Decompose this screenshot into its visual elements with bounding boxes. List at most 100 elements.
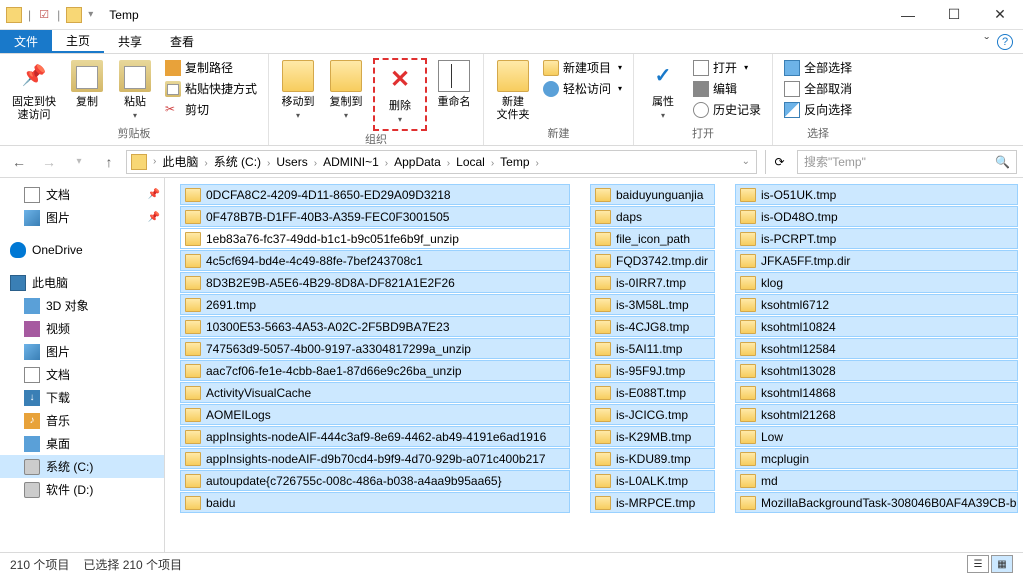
file-item[interactable]: is-4CJG8.tmp (590, 316, 715, 337)
chevron-right-icon[interactable]: › (151, 156, 158, 167)
file-item[interactable]: md (735, 470, 1018, 491)
file-item[interactable]: is-OD48O.tmp (735, 206, 1018, 227)
file-item[interactable]: is-O51UK.tmp (735, 184, 1018, 205)
tab-view[interactable]: 查看 (156, 30, 208, 53)
breadcrumb-segment[interactable]: 此电脑 (158, 155, 202, 169)
file-item[interactable]: file_icon_path (590, 228, 715, 249)
nav-item[interactable]: 此电脑 (0, 271, 164, 294)
file-item[interactable]: 0DCFA8C2-4209-4D11-8650-ED29A09D3218 (180, 184, 570, 205)
file-item[interactable]: 0F478B7B-D1FF-40B3-A359-FEC0F3001505 (180, 206, 570, 227)
file-item[interactable]: baidu (180, 492, 570, 513)
file-item[interactable]: ksohtml14868 (735, 382, 1018, 403)
file-item[interactable]: ksohtml13028 (735, 360, 1018, 381)
paste-button[interactable]: 粘贴 ▾ (114, 58, 156, 123)
file-item[interactable]: is-L0ALK.tmp (590, 470, 715, 491)
file-item[interactable]: mcplugin (735, 448, 1018, 469)
maximize-button[interactable]: ☐ (931, 0, 977, 30)
nav-item[interactable]: 文档 (0, 363, 164, 386)
new-item-button[interactable]: 新建项目▾ (540, 58, 625, 77)
copy-to-button[interactable]: 复制到 ▾ (325, 58, 367, 123)
chevron-down-icon[interactable]: ⌄ (736, 156, 756, 167)
file-item[interactable]: 2691.tmp (180, 294, 570, 315)
forward-button[interactable]: → (36, 150, 62, 174)
cut-button[interactable]: ✂剪切 (162, 100, 260, 119)
easy-access-button[interactable]: 轻松访问▾ (540, 79, 625, 98)
file-item[interactable]: is-0IRR7.tmp (590, 272, 715, 293)
search-input[interactable]: 搜索"Temp" 🔍 (797, 150, 1017, 174)
ribbon-collapse[interactable]: ˇ (984, 34, 989, 50)
nav-item[interactable]: 文档📌 (0, 183, 164, 206)
file-item[interactable]: is-PCRPT.tmp (735, 228, 1018, 249)
rename-button[interactable]: 重命名 (433, 58, 475, 111)
qat-checkbox-icon[interactable]: ☑ (37, 8, 51, 22)
history-button[interactable]: 历史记录 (690, 100, 764, 119)
back-button[interactable]: ← (6, 150, 32, 174)
tab-share[interactable]: 共享 (104, 30, 156, 53)
navigation-panel[interactable]: 文档📌图片📌OneDrive此电脑3D 对象视频图片文档下载音乐桌面系统 (C:… (0, 178, 165, 552)
file-item[interactable]: is-E088T.tmp (590, 382, 715, 403)
tab-home[interactable]: 主页 (52, 30, 104, 53)
copy-button[interactable]: 复制 (66, 58, 108, 111)
nav-item[interactable]: 软件 (D:) (0, 478, 164, 501)
file-item[interactable]: klog (735, 272, 1018, 293)
icons-view-button[interactable]: ▦ (991, 555, 1013, 573)
file-item[interactable]: is-K29MB.tmp (590, 426, 715, 447)
details-view-button[interactable]: ☰ (967, 555, 989, 573)
file-item[interactable]: 1eb83a76-fc37-49dd-b1c1-b9c051fe6b9f_unz… (180, 228, 570, 249)
nav-item[interactable]: 系统 (C:) (0, 455, 164, 478)
file-item[interactable]: is-MRPCE.tmp (590, 492, 715, 513)
breadcrumb-segment[interactable]: Users (272, 155, 311, 169)
file-item[interactable]: ksohtml6712 (735, 294, 1018, 315)
file-item[interactable]: FQD3742.tmp.dir (590, 250, 715, 271)
nav-item[interactable]: 视频 (0, 317, 164, 340)
nav-item[interactable]: 桌面 (0, 432, 164, 455)
recent-button[interactable]: ▾ (66, 150, 92, 174)
file-item[interactable]: 747563d9-5057-4b00-9197-a3304817299a_unz… (180, 338, 570, 359)
file-item[interactable]: 8D3B2E9B-A5E6-4B29-8D8A-DF821A1E2F26 (180, 272, 570, 293)
file-item[interactable]: Low (735, 426, 1018, 447)
file-item[interactable]: ActivityVisualCache (180, 382, 570, 403)
help-icon[interactable]: ? (997, 34, 1013, 50)
open-button[interactable]: 打开▾ (690, 58, 764, 77)
file-item[interactable]: ksohtml21268 (735, 404, 1018, 425)
select-all-button[interactable]: 全部选择 (781, 58, 855, 77)
nav-item[interactable]: OneDrive (0, 239, 164, 261)
copy-path-button[interactable]: 复制路径 (162, 58, 260, 77)
breadcrumb-segment[interactable]: 系统 (C:) (210, 155, 265, 169)
breadcrumb-segment[interactable]: AppData (390, 155, 445, 169)
delete-button[interactable]: ✕ 删除 ▾ (379, 62, 421, 127)
file-item[interactable]: aac7cf06-fe1e-4cbb-8ae1-87d66e9c26ba_unz… (180, 360, 570, 381)
move-to-button[interactable]: 移动到 ▾ (277, 58, 319, 123)
breadcrumb-segment[interactable]: ADMINI~1 (319, 155, 383, 169)
path-box[interactable]: › 此电脑›系统 (C:)›Users›ADMINI~1›AppData›Loc… (126, 150, 757, 174)
chevron-right-icon[interactable]: › (534, 158, 541, 169)
file-item[interactable]: MozillaBackgroundTask-308046B0AF4A39CB-b… (735, 492, 1018, 513)
up-button[interactable]: ↑ (96, 150, 122, 174)
file-item[interactable]: is-3M58L.tmp (590, 294, 715, 315)
file-item[interactable]: appInsights-nodeAIF-d9b70cd4-b9f9-4d70-9… (180, 448, 570, 469)
breadcrumb-segment[interactable]: Local (452, 155, 489, 169)
qat-dropdown-icon[interactable]: ▾ (88, 9, 93, 20)
invert-selection-button[interactable]: 反向选择 (781, 100, 855, 119)
properties-button[interactable]: ✓ 属性 ▾ (642, 58, 684, 123)
file-item[interactable]: JFKA5FF.tmp.dir (735, 250, 1018, 271)
close-button[interactable]: ✕ (977, 0, 1023, 30)
file-item[interactable]: is-95F9J.tmp (590, 360, 715, 381)
file-item[interactable]: ksohtml12584 (735, 338, 1018, 359)
breadcrumb-segment[interactable]: Temp (496, 155, 533, 169)
chevron-right-icon[interactable]: › (383, 158, 390, 169)
nav-item[interactable]: 下载 (0, 386, 164, 409)
file-item[interactable]: 4c5cf694-bd4e-4c49-88fe-7bef243708c1 (180, 250, 570, 271)
nav-item[interactable]: 图片 (0, 340, 164, 363)
file-item[interactable]: is-KDU89.tmp (590, 448, 715, 469)
chevron-right-icon[interactable]: › (312, 158, 319, 169)
file-item[interactable]: is-5AI11.tmp (590, 338, 715, 359)
file-item[interactable]: appInsights-nodeAIF-444c3af9-8e69-4462-a… (180, 426, 570, 447)
file-item[interactable]: AOMEILogs (180, 404, 570, 425)
new-folder-button[interactable]: 新建 文件夹 (492, 58, 534, 124)
refresh-button[interactable]: ⟳ (765, 150, 793, 174)
file-item[interactable]: autoupdate{c726755c-008c-486a-b038-a4aa9… (180, 470, 570, 491)
nav-item[interactable]: 图片📌 (0, 206, 164, 229)
file-list-panel[interactable]: 0DCFA8C2-4209-4D11-8650-ED29A09D32180F47… (165, 178, 1023, 552)
paste-shortcut-button[interactable]: 粘贴快捷方式 (162, 79, 260, 98)
